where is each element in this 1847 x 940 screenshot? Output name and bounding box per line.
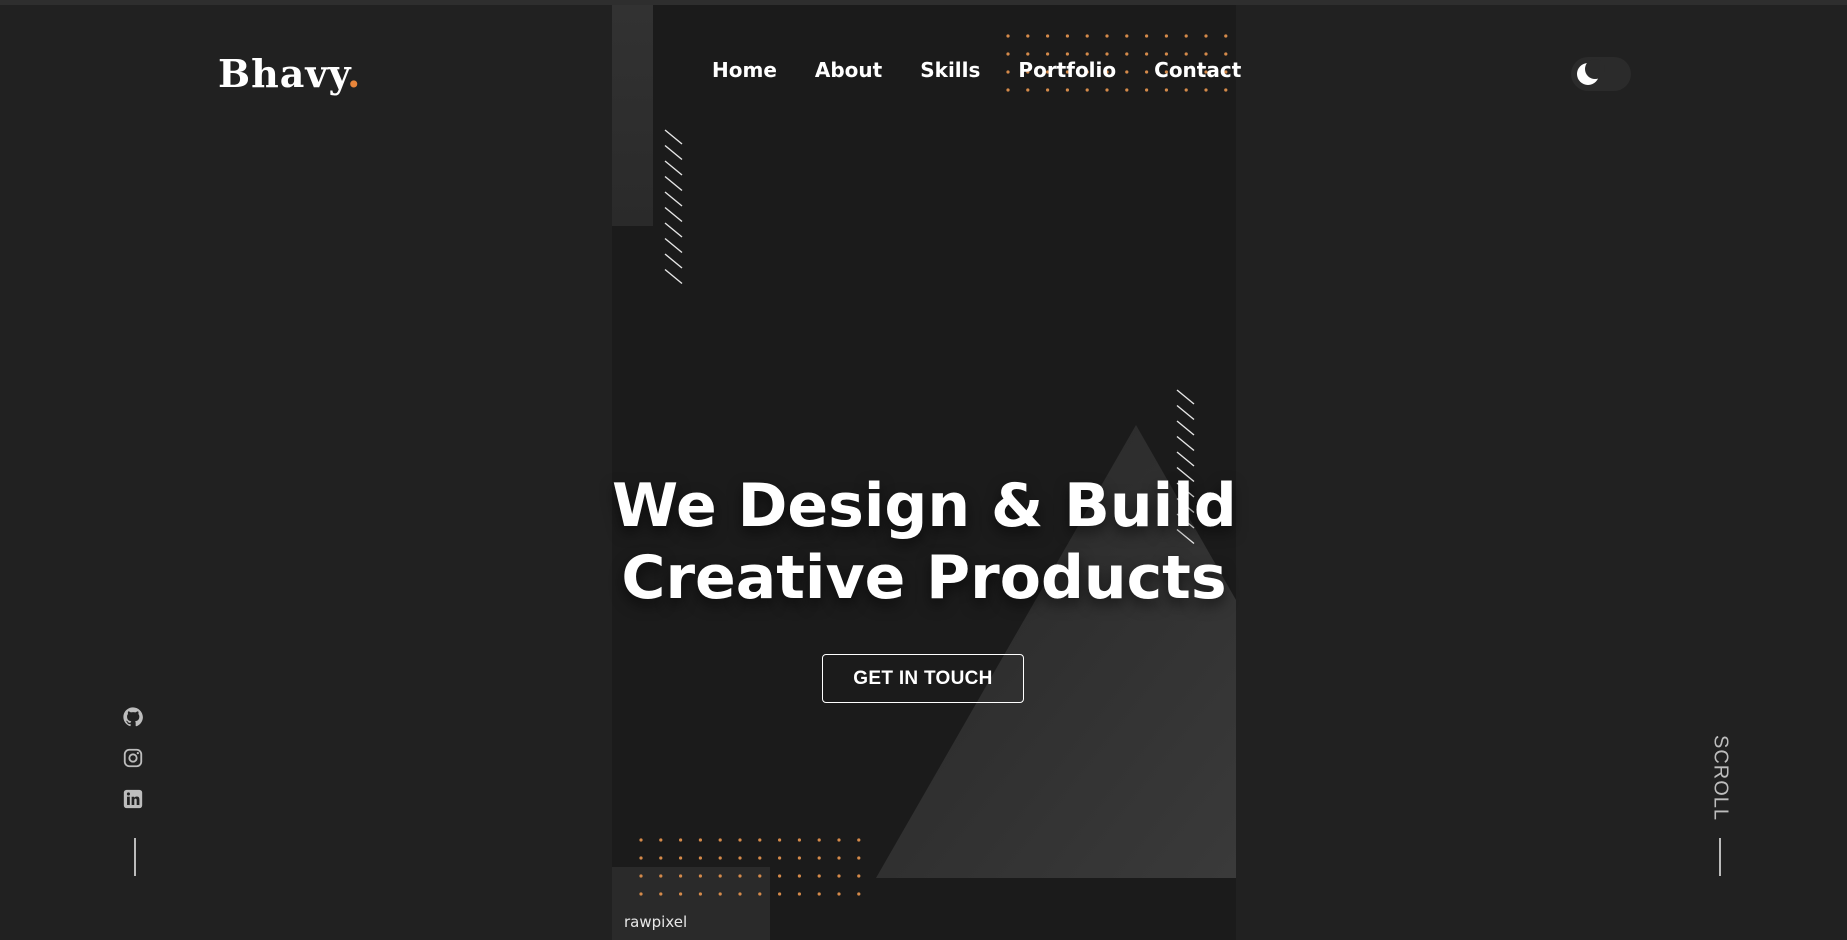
decor-dot bbox=[659, 856, 663, 860]
decor-hatch-line bbox=[1176, 389, 1195, 405]
image-credit: rawpixel bbox=[624, 913, 688, 931]
nav-link-contact[interactable]: Contact bbox=[1154, 58, 1241, 82]
decor-dot bbox=[679, 838, 683, 842]
decor-dot bbox=[639, 838, 643, 842]
decor-dot bbox=[738, 874, 742, 878]
decor-hatch-line bbox=[1176, 435, 1195, 452]
decor-dot bbox=[738, 856, 742, 860]
decor-dot bbox=[718, 892, 722, 896]
decor-hatch-line bbox=[664, 144, 683, 161]
decor-hatch-left bbox=[664, 129, 683, 285]
decor-dot bbox=[837, 856, 841, 860]
decor-dot bbox=[817, 892, 821, 896]
get-in-touch-button[interactable]: GET IN TOUCH bbox=[822, 654, 1024, 703]
brand-logo[interactable]: Bhavy. bbox=[218, 51, 361, 96]
decor-dot bbox=[718, 874, 722, 878]
decor-dot bbox=[758, 892, 762, 896]
decor-dot bbox=[857, 892, 861, 896]
decor-dot bbox=[659, 874, 663, 878]
decor-dot-grid-bottom bbox=[639, 838, 861, 896]
decor-dot bbox=[778, 892, 782, 896]
hero-title-line-2: Creative Products bbox=[621, 543, 1227, 613]
decor-dot bbox=[817, 838, 821, 842]
site-header: Bhavy. Home About Skills Portfolio Conta… bbox=[0, 5, 1847, 135]
decor-dot bbox=[837, 892, 841, 896]
decor-dot bbox=[837, 874, 841, 878]
decor-dot bbox=[837, 838, 841, 842]
decor-dot bbox=[698, 856, 702, 860]
github-icon[interactable] bbox=[122, 706, 144, 728]
nav-link-about[interactable]: About bbox=[815, 58, 882, 82]
decor-dot bbox=[758, 838, 762, 842]
decor-dot bbox=[817, 856, 821, 860]
decor-hatch-line bbox=[664, 253, 683, 269]
decor-dot bbox=[679, 874, 683, 878]
moon-icon-cutout bbox=[1585, 59, 1605, 79]
decor-dot bbox=[758, 856, 762, 860]
decor-hatch-line bbox=[664, 268, 683, 285]
decor-dot bbox=[718, 838, 722, 842]
scroll-label: SCROLL bbox=[1709, 734, 1732, 822]
hero-title: We Design & Build Creative Products bbox=[612, 470, 1237, 614]
decor-dot bbox=[797, 838, 801, 842]
decor-dot bbox=[679, 856, 683, 860]
decor-dot bbox=[797, 874, 801, 878]
decor-dot bbox=[639, 856, 643, 860]
brand-dot: . bbox=[347, 51, 362, 96]
decor-dot bbox=[797, 856, 801, 860]
social-divider-line bbox=[134, 838, 136, 876]
decor-dot bbox=[758, 874, 762, 878]
decor-hatch-line bbox=[664, 191, 683, 207]
decor-dot bbox=[679, 892, 683, 896]
scroll-line bbox=[1719, 838, 1721, 876]
nav-link-skills[interactable]: Skills bbox=[920, 58, 980, 82]
nav-link-home[interactable]: Home bbox=[712, 58, 777, 82]
nav-link-portfolio[interactable]: Portfolio bbox=[1018, 58, 1116, 82]
decor-dot bbox=[778, 838, 782, 842]
instagram-icon[interactable] bbox=[122, 747, 144, 769]
linkedin-icon[interactable] bbox=[122, 788, 144, 810]
decor-dot bbox=[659, 838, 663, 842]
decor-dot bbox=[698, 892, 702, 896]
decor-dot bbox=[857, 838, 861, 842]
decor-hatch-line bbox=[664, 237, 683, 254]
decor-dot bbox=[857, 874, 861, 878]
decor-dot bbox=[698, 838, 702, 842]
decor-dot bbox=[797, 892, 801, 896]
decor-hatch-line bbox=[664, 206, 683, 223]
theme-toggle[interactable] bbox=[1571, 57, 1631, 91]
decor-dot bbox=[778, 874, 782, 878]
decor-hatch-line bbox=[1176, 404, 1195, 421]
social-links bbox=[122, 706, 144, 810]
decor-dot bbox=[857, 856, 861, 860]
decor-dot bbox=[738, 892, 742, 896]
decor-dot bbox=[778, 856, 782, 860]
decor-dot bbox=[698, 874, 702, 878]
decor-hatch-line bbox=[664, 160, 683, 176]
decor-hatch-line bbox=[1176, 420, 1195, 436]
decor-dot bbox=[659, 892, 663, 896]
decor-hatch-line bbox=[664, 222, 683, 238]
decor-dot bbox=[639, 892, 643, 896]
decor-dot bbox=[738, 838, 742, 842]
main-nav: Home About Skills Portfolio Contact bbox=[712, 58, 1241, 82]
scroll-indicator[interactable]: SCROLL bbox=[1700, 733, 1740, 823]
hero-title-line-1: We Design & Build bbox=[612, 471, 1237, 541]
decor-hatch-line bbox=[1176, 451, 1195, 467]
decor-dot bbox=[639, 874, 643, 878]
decor-dot bbox=[817, 874, 821, 878]
brand-name: Bhavy bbox=[218, 51, 348, 96]
decor-dot bbox=[718, 856, 722, 860]
decor-hatch-line bbox=[664, 175, 683, 192]
